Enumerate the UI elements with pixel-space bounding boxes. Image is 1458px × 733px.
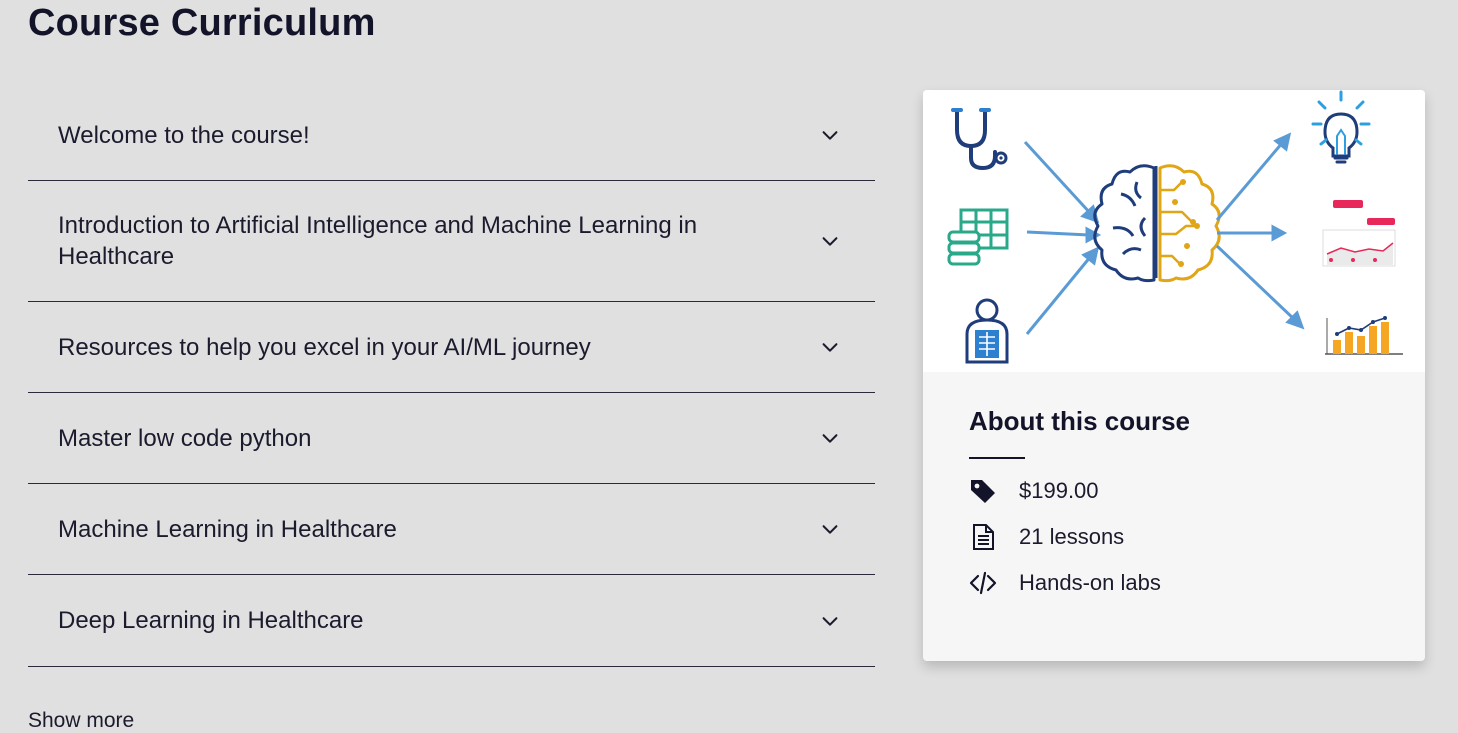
section-title: Introduction to Artificial Intelligence … — [58, 212, 698, 270]
report-chart-icon — [1322, 200, 1396, 267]
title-divider — [969, 457, 1025, 459]
bar-chart-icon — [1325, 316, 1403, 355]
chevron-down-icon — [822, 616, 838, 626]
curriculum-section-resources[interactable]: Resources to help you excel in your AI/M… — [28, 302, 875, 393]
stethoscope-icon — [951, 108, 1008, 171]
about-course-card: About this course $199.00 21 lessons Han… — [923, 90, 1425, 661]
labs-row: Hands-on labs — [969, 569, 1379, 597]
price-tag-icon — [971, 480, 995, 503]
section-title: Deep Learning in Healthcare — [58, 607, 364, 634]
lesson-count: 21 lessons — [1019, 524, 1125, 549]
chevron-down-icon — [822, 525, 838, 534]
curriculum-section-ml-healthcare[interactable]: Machine Learning in Healthcare — [28, 484, 875, 575]
page-title: Course Curriculum — [28, 2, 376, 44]
section-title: Machine Learning in Healthcare — [58, 515, 397, 543]
price-row: $199.00 — [969, 477, 1379, 505]
hands-on-labs: Hands-on labs — [1019, 570, 1161, 595]
section-title: Resources to help you excel in your AI/M… — [58, 333, 591, 361]
section-title: Master low code python — [58, 424, 312, 452]
lessons-row: 21 lessons — [969, 523, 1379, 551]
brain-icon — [1093, 164, 1221, 283]
about-course-body: About this course $199.00 21 lessons Han… — [923, 406, 1425, 597]
chevron-down-icon — [822, 131, 838, 140]
section-title: Welcome to the course! — [58, 121, 310, 149]
lightbulb-icon — [1311, 90, 1371, 164]
about-course-title: About this course — [969, 406, 1191, 436]
ai-healthcare-illustration — [923, 90, 1425, 372]
chevron-down-icon — [822, 434, 838, 443]
code-icon — [969, 571, 997, 595]
data-table-icon — [947, 208, 1009, 266]
curriculum-accordion: Welcome to the course! Introduction to A… — [28, 90, 875, 667]
curriculum-section-intro-ai-ml[interactable]: Introduction to Artificial Intelligence … — [28, 181, 875, 302]
chevron-down-icon — [822, 343, 838, 352]
xray-patient-icon — [965, 298, 1009, 364]
course-price: $199.00 — [1019, 478, 1099, 503]
output-arrows — [1215, 132, 1305, 330]
chevron-down-icon — [822, 237, 838, 246]
show-more-link[interactable]: Show more — [28, 709, 134, 733]
curriculum-section-low-code-python[interactable]: Master low code python — [28, 393, 875, 484]
document-icon — [973, 524, 994, 550]
curriculum-section-welcome[interactable]: Welcome to the course! — [28, 90, 875, 181]
curriculum-section-dl-healthcare[interactable]: Deep Learning in Healthcare — [28, 575, 875, 667]
input-arrows — [1023, 140, 1102, 335]
